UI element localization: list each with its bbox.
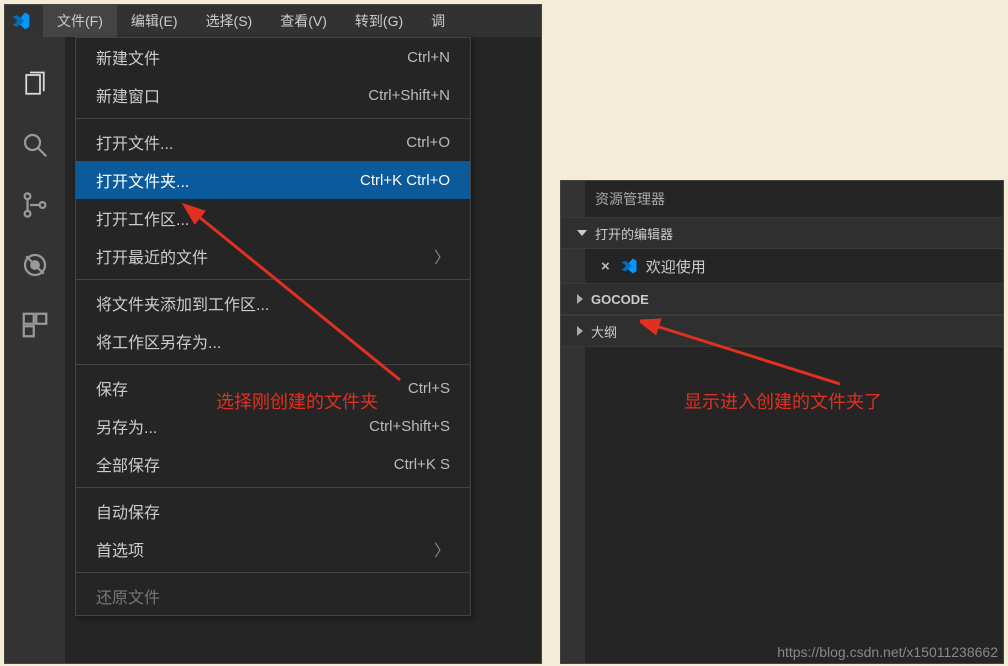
menu-label: 将工作区另存为... xyxy=(96,329,221,353)
open-editors-section[interactable]: 打开的编辑器 xyxy=(561,217,1003,249)
vscode-logo-icon xyxy=(11,11,31,31)
menu-save-as[interactable]: 另存为... Ctrl+Shift+S xyxy=(76,407,470,445)
menu-label: 新建文件 xyxy=(96,45,160,69)
explorer-title-label: 资源管理器 xyxy=(595,189,665,209)
menu-label: 调 xyxy=(431,11,445,31)
menubar-debug[interactable]: 调 xyxy=(417,5,459,37)
menu-new-window[interactable]: 新建窗口 Ctrl+Shift+N xyxy=(76,76,470,114)
shortcut-label: Ctrl+Shift+S xyxy=(369,418,450,435)
menu-label: 自动保存 xyxy=(96,499,160,523)
menu-label: 新建窗口 xyxy=(96,83,160,107)
shortcut-label: Ctrl+Shift+N xyxy=(368,87,450,104)
menu-bar[interactable]: 文件(F) 编辑(E) 选择(S) 查看(V) 转到(G) 调 xyxy=(5,5,541,37)
open-editor-item[interactable]: × 欢迎使用 xyxy=(561,249,1003,283)
shortcut-label: Ctrl+K Ctrl+O xyxy=(360,172,450,189)
menu-label: 将文件夹添加到工作区... xyxy=(96,291,269,315)
menu-new-file[interactable]: 新建文件 Ctrl+N xyxy=(76,38,470,76)
menu-preferences[interactable]: 首选项 〉 xyxy=(76,530,470,568)
menu-label: 还原文件 xyxy=(96,584,160,608)
menu-label: 打开最近的文件 xyxy=(96,244,208,268)
menu-revert-file[interactable]: 还原文件 xyxy=(76,577,470,615)
menu-label: 打开工作区... xyxy=(96,206,189,230)
menu-separator xyxy=(76,572,470,573)
chevron-right-icon xyxy=(577,294,583,304)
menubar-select[interactable]: 选择(S) xyxy=(192,5,267,37)
file-menu-dropdown: 新建文件 Ctrl+N 新建窗口 Ctrl+Shift+N 打开文件... Ct… xyxy=(75,37,471,616)
open-editor-label: 欢迎使用 xyxy=(646,256,706,277)
menu-label: 保存 xyxy=(96,376,128,400)
menu-save-workspace-as[interactable]: 将工作区另存为... xyxy=(76,322,470,360)
shortcut-label: Ctrl+K S xyxy=(394,456,450,473)
chevron-right-icon xyxy=(577,326,583,336)
menubar-go[interactable]: 转到(G) xyxy=(341,5,417,37)
watermark: https://blog.csdn.net/x15011238662 xyxy=(777,644,998,660)
section-label: 打开的编辑器 xyxy=(595,224,673,243)
explorer-title: 资源管理器 xyxy=(561,181,1003,217)
menu-separator xyxy=(76,279,470,280)
chevron-right-icon: 〉 xyxy=(434,244,450,268)
menubar-edit[interactable]: 编辑(E) xyxy=(117,5,192,37)
menu-label: 编辑(E) xyxy=(131,11,178,31)
menu-label: 全部保存 xyxy=(96,452,160,476)
left-vscode-window: 文件(F) 编辑(E) 选择(S) 查看(V) 转到(G) 调 xyxy=(4,4,542,664)
outline-label: 大纲 xyxy=(591,322,617,341)
menu-label: 打开文件... xyxy=(96,130,173,154)
menu-label: 选择(S) xyxy=(206,11,253,31)
folder-section[interactable]: GOCODE xyxy=(561,283,1003,315)
files-icon[interactable] xyxy=(5,55,65,115)
menu-separator xyxy=(76,364,470,365)
vscode-file-icon xyxy=(620,257,638,275)
menu-label: 查看(V) xyxy=(280,11,327,31)
menu-open-file[interactable]: 打开文件... Ctrl+O xyxy=(76,123,470,161)
menubar-view[interactable]: 查看(V) xyxy=(266,5,341,37)
menu-open-workspace[interactable]: 打开工作区... xyxy=(76,199,470,237)
menu-label: 另存为... xyxy=(96,414,157,438)
menu-save-all[interactable]: 全部保存 Ctrl+K S xyxy=(76,445,470,483)
menu-label: 打开文件夹... xyxy=(96,168,189,192)
chevron-right-icon: 〉 xyxy=(434,537,450,561)
folder-label: GOCODE xyxy=(591,292,649,307)
shortcut-label: Ctrl+O xyxy=(406,134,450,151)
menu-label: 转到(G) xyxy=(355,11,403,31)
activity-bar xyxy=(5,37,65,663)
menu-auto-save[interactable]: 自动保存 xyxy=(76,492,470,530)
extensions-icon[interactable] xyxy=(5,295,65,355)
search-icon[interactable] xyxy=(5,115,65,175)
menu-label: 文件(F) xyxy=(57,11,103,31)
right-explorer-panel: 资源管理器 打开的编辑器 × 欢迎使用 GOCODE 大纲 xyxy=(560,180,1004,664)
menu-open-recent[interactable]: 打开最近的文件 〉 xyxy=(76,237,470,275)
chevron-down-icon xyxy=(577,230,587,236)
menu-separator xyxy=(76,118,470,119)
shortcut-label: Ctrl+S xyxy=(408,380,450,397)
shortcut-label: Ctrl+N xyxy=(407,49,450,66)
menu-save[interactable]: 保存 Ctrl+S xyxy=(76,369,470,407)
menu-add-folder[interactable]: 将文件夹添加到工作区... xyxy=(76,284,470,322)
debug-icon[interactable] xyxy=(5,235,65,295)
close-icon[interactable]: × xyxy=(601,258,610,275)
menu-label: 首选项 xyxy=(96,537,144,561)
git-icon[interactable] xyxy=(5,175,65,235)
menubar-file[interactable]: 文件(F) xyxy=(43,5,117,37)
outline-section[interactable]: 大纲 xyxy=(561,315,1003,347)
menu-separator xyxy=(76,487,470,488)
menu-open-folder[interactable]: 打开文件夹... Ctrl+K Ctrl+O xyxy=(76,161,470,199)
